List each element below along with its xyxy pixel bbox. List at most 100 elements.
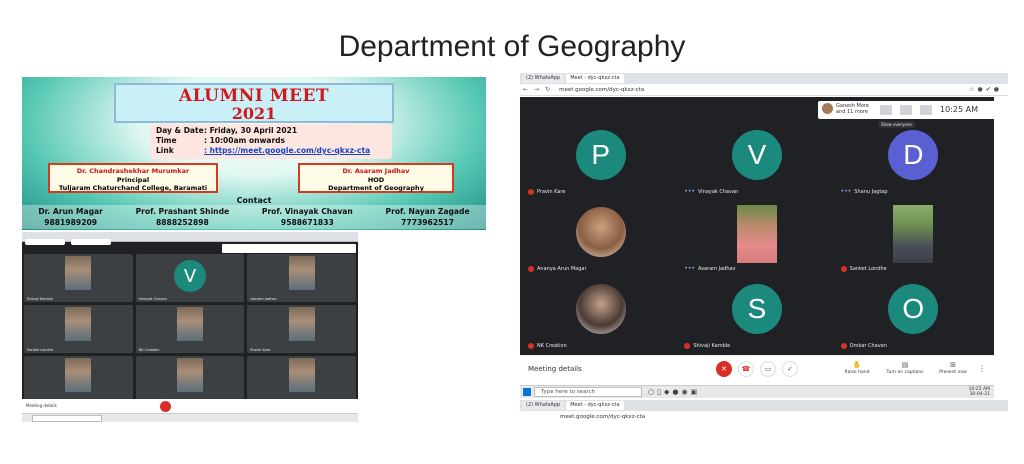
- participant-tile[interactable]: Shivaji Kamble: [24, 254, 133, 302]
- forward-icon[interactable]: →: [534, 86, 539, 93]
- end-call-button[interactable]: [160, 401, 171, 412]
- participant-label: Sanket Londhe: [840, 266, 887, 272]
- more-options-icon[interactable]: ⋮: [978, 364, 986, 373]
- participant-tile[interactable]: NK Creation: [524, 277, 677, 351]
- principal-name: Dr. Chandrashekhar Murumkar: [76, 167, 190, 175]
- principal-role: Principal: [116, 175, 150, 184]
- participant-tile[interactable]: Shanu Jagtap: [247, 356, 356, 404]
- hod-name: Dr. Asaram Jadhav: [342, 167, 410, 175]
- meet-controls: Meeting details ✕ ☎ ▭ ✓ ✋ Raise hand ▤ Tur…: [520, 355, 994, 383]
- browser-tab[interactable]: [25, 239, 65, 245]
- participant-tile[interactable]: O Omkar Chavan: [837, 277, 990, 351]
- contact-heading: Contact: [236, 196, 272, 205]
- participant-tile[interactable]: Pravin Kare: [247, 305, 356, 353]
- participant-tile[interactable]: V ••• Vinayak Chavan: [680, 123, 833, 197]
- participant-tile[interactable]: S Shivaji Kamble: [680, 277, 833, 351]
- hod-box: Dr. Asaram Jadhav HOD Department of Geog…: [298, 163, 454, 193]
- contact-name: Dr. Arun Magar: [38, 207, 103, 216]
- url-field[interactable]: meet.google.com/dyc-qkxz-cta: [559, 87, 644, 93]
- browser-tab-whatsapp[interactable]: (2) WhatsApp: [522, 401, 565, 410]
- small-meet-screenshot: Shivaji Kamble V Vinayak Chavan Asaram Ja…: [22, 232, 358, 422]
- participant-photo: [575, 284, 626, 334]
- participant-label: Ananya Arun Magar: [528, 266, 587, 272]
- participant-photo: [65, 358, 92, 392]
- poster-title: ALUMNI MEET: [178, 86, 330, 106]
- layout-icon[interactable]: [880, 105, 892, 115]
- participant-tile[interactable]: V Vinayak Chavan: [135, 254, 245, 302]
- meeting-details-button[interactable]: Meeting details: [528, 365, 582, 373]
- participant-photo: [65, 256, 92, 290]
- browser-tab-meet[interactable]: Meet - dyc-qkxz-cta: [566, 74, 624, 83]
- participant-name: NK Creation: [138, 348, 160, 352]
- participant-tile[interactable]: NK Creation: [135, 305, 245, 353]
- participant-tile[interactable]: Sanket Londhe: [837, 200, 990, 274]
- taskbar-search[interactable]: Type here to search: [534, 387, 642, 397]
- speaking-icon: •••: [684, 265, 695, 272]
- raise-hand-button[interactable]: ✋ Raise hand: [832, 362, 882, 376]
- captions-icon: ▤: [901, 361, 909, 369]
- participant-name: Asaram Jadhav: [697, 265, 736, 272]
- raise-hand-label: Raise hand: [844, 370, 870, 375]
- info-value: : Friday, 30 April 2021: [204, 126, 298, 135]
- taskbar-app-icons[interactable]: ○▯◆●◉▣: [648, 388, 700, 396]
- participant-tile[interactable]: D ••• Shanu Jagtap: [837, 123, 990, 197]
- mic-off-button[interactable]: ✕: [716, 361, 732, 377]
- participant-label: Omkar Chavan: [840, 343, 887, 349]
- participant-tile[interactable]: Ananya Arun Magar: [524, 200, 677, 274]
- participant-name: Asaram Jadhav: [250, 297, 277, 301]
- participant-label: NK Creation: [528, 343, 567, 349]
- participant-tile[interactable]: P Pravin Kare: [524, 123, 677, 197]
- participant-tile[interactable]: Asaram Jadhav: [247, 254, 356, 302]
- participant-avatar: V: [731, 130, 782, 180]
- participant-photo: [288, 358, 315, 392]
- info-value: : 10:00am onwards: [204, 136, 285, 145]
- browser-tabbar: (2) WhatsApp Meet - dyc-qkxz-cta: [520, 73, 1008, 84]
- meet-link[interactable]: : https://meet.google.com/dyc-qkxz-cta: [204, 146, 370, 156]
- extension-icons[interactable]: ☆●✔●: [969, 86, 1002, 93]
- other-participants[interactable]: Ganesh More and 11 more: [822, 103, 869, 115]
- taskbar-search[interactable]: [32, 415, 102, 422]
- browser-tab-whatsapp[interactable]: (2) WhatsApp: [522, 74, 565, 83]
- participant-name: Pravin Kare: [537, 189, 566, 195]
- participant-label: ••• Shanu Jagtap: [841, 188, 888, 195]
- taskbar-clock: 10:25 AM 30-04-21: [969, 387, 990, 397]
- browser-tabbar-secondary: (2) WhatsApp Meet - dyc-qkxz-cta: [520, 400, 1008, 411]
- participant-photo: [288, 256, 315, 290]
- participant-photo: [65, 307, 92, 341]
- meet-top-bar: Ganesh More and 11 more 10:25 AM: [818, 101, 1008, 119]
- browser-tab-meet[interactable]: Meet - dyc-qkxz-cta: [566, 401, 624, 410]
- participant-label: Pravin Kare: [528, 189, 565, 195]
- browser-tabbar: [22, 232, 358, 245]
- windows-start-icon[interactable]: [523, 388, 531, 396]
- end-call-button[interactable]: ☎: [738, 361, 754, 377]
- participant-tile[interactable]: Suresh More: [24, 356, 133, 404]
- meeting-details-button[interactable]: Meeting details: [26, 403, 57, 408]
- participant-tile[interactable]: Sanket Londhe: [24, 305, 133, 353]
- reload-icon[interactable]: ↻: [545, 86, 550, 93]
- captions-button[interactable]: ▤ Turn on captions: [880, 362, 930, 376]
- mic-muted-icon: [684, 343, 691, 349]
- mic-muted-icon: [528, 189, 534, 195]
- camera-button[interactable]: ▭: [760, 361, 776, 377]
- contact-name: Prof. Nayan Zagade: [385, 207, 470, 216]
- participant-tile[interactable]: ••• Asaram Jadhav: [680, 200, 833, 274]
- mic-muted-icon: [840, 266, 847, 272]
- people-icon[interactable]: [900, 105, 912, 115]
- browser-tab[interactable]: [71, 239, 111, 245]
- contact-phone: 7773962517: [401, 218, 454, 227]
- taskbar-date: 30-04-21: [969, 392, 990, 397]
- participant-avatar: D: [888, 130, 939, 180]
- participant-name: NK Creation: [537, 343, 567, 349]
- mic-muted-icon: [840, 343, 847, 349]
- present-button[interactable]: ⊞ Present now: [928, 362, 978, 376]
- participant-name: Vinayak Chavan: [697, 188, 739, 195]
- chat-icon[interactable]: [920, 105, 932, 115]
- contact-name: Prof. Vinayak Chavan: [261, 207, 353, 216]
- participant-name: Shivaji Kamble: [693, 343, 731, 349]
- participant-tile[interactable]: Sandeep Bhosale: [135, 356, 245, 404]
- participant-name: Ananya Arun Magar: [537, 266, 587, 272]
- security-button[interactable]: ✓: [782, 361, 798, 377]
- address-bar-secondary[interactable]: meet.google.com/dyc-qkxz-cta: [520, 411, 1008, 423]
- back-icon[interactable]: ←: [523, 86, 528, 93]
- participant-photo: [736, 205, 777, 263]
